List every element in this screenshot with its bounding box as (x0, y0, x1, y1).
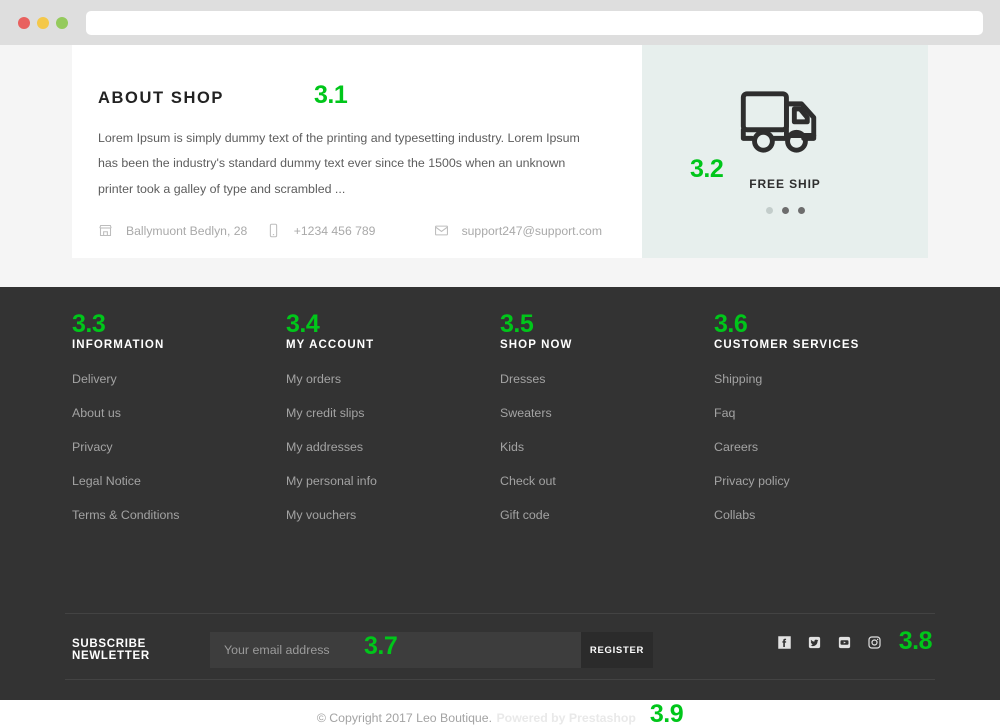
service-promo-panel: 3.2 FREE SHIP (642, 45, 928, 258)
copyright-line: © Copyright 2017 Leo Boutique. Powered b… (317, 709, 636, 727)
instagram-icon[interactable] (867, 635, 882, 650)
footer-divider-top (65, 613, 935, 614)
footer-link-sweaters[interactable]: Sweaters (500, 406, 714, 420)
delivery-truck-icon (739, 88, 831, 165)
annotation-marker-3-3: 3.3 (72, 310, 106, 338)
annotation-marker-3-8: 3.8 (898, 627, 933, 655)
contact-row: Ballymuont Bedlyn, 28 +1234 456 789 supp… (98, 222, 602, 239)
footer-column-information: 3.3 INFORMATION Delivery About us Privac… (72, 310, 286, 523)
youtube-icon[interactable] (837, 635, 852, 650)
page-title: ABOUT SHOP (98, 89, 225, 107)
carousel-dots[interactable] (765, 207, 805, 214)
site-footer: 3.3 INFORMATION Delivery About us Privac… (0, 287, 1000, 727)
footer-link-my-orders[interactable]: My orders (286, 372, 500, 386)
contact-address: Ballymuont Bedlyn, 28 (98, 222, 266, 239)
footer-column-shop-now: 3.5 SHOP NOW Dresses Sweaters Kids Check… (500, 310, 714, 523)
copyright-text: © Copyright 2017 Leo Boutique. (316, 711, 493, 725)
footer-link-about-us[interactable]: About us (72, 406, 286, 420)
footer-link-gift-code[interactable]: Gift code (500, 508, 714, 522)
twitter-icon[interactable] (807, 635, 822, 650)
about-description: Lorem Ipsum is simply dummy text of the … (98, 131, 580, 196)
footer-link-privacy[interactable]: Privacy (72, 440, 286, 454)
footer-link-collabs[interactable]: Collabs (714, 508, 928, 522)
footer-link-faq[interactable]: Faq (714, 406, 928, 420)
address-bar-input[interactable] (86, 11, 983, 35)
footer-link-dresses[interactable]: Dresses (500, 372, 714, 386)
footer-link-delivery[interactable]: Delivery (72, 372, 286, 386)
about-section: ABOUT SHOP 3.1 Lorem Ipsum is simply dum… (72, 45, 928, 258)
envelope-icon (434, 222, 449, 239)
browser-chrome (0, 0, 1000, 45)
mobile-phone-icon (266, 222, 281, 239)
contact-phone-text: +1234 456 789 (293, 223, 376, 238)
service-promo-label: FREE SHIP (749, 177, 821, 191)
minimize-window-icon[interactable] (37, 17, 49, 29)
newsletter-title: SUBSCRIBE NEWLETTER (72, 638, 150, 662)
annotation-marker-3-7: 3.7 (364, 632, 398, 660)
carousel-dot-3[interactable] (797, 207, 805, 214)
close-window-icon[interactable] (18, 17, 30, 29)
about-header: ABOUT SHOP 3.1 (98, 83, 602, 108)
footer-link-my-credit-slips[interactable]: My credit slips (286, 406, 500, 420)
window-controls (18, 17, 68, 29)
carousel-dot-2[interactable] (781, 207, 789, 214)
footer-link-check-out[interactable]: Check out (500, 474, 714, 488)
footer-column-title: CUSTOMER SERVICES (714, 339, 860, 351)
copyright-bar: © Copyright 2017 Leo Boutique. Powered b… (0, 702, 1000, 727)
footer-link-terms-conditions[interactable]: Terms & Conditions (72, 508, 286, 522)
contact-phone: +1234 456 789 (266, 222, 434, 239)
maximize-window-icon[interactable] (56, 17, 68, 29)
about-shop-card: ABOUT SHOP 3.1 Lorem Ipsum is simply dum… (72, 45, 642, 258)
annotation-marker-3-5: 3.5 (500, 310, 534, 338)
footer-column-title: SHOP NOW (500, 339, 573, 351)
shop-icon (98, 222, 113, 239)
footer-link-shipping[interactable]: Shipping (714, 372, 928, 386)
service-promo-content: FREE SHIP (642, 88, 928, 214)
footer-column-my-account: 3.4 MY ACCOUNT My orders My credit slips… (286, 310, 500, 523)
footer-link-my-addresses[interactable]: My addresses (286, 440, 500, 454)
annotation-marker-3-4: 3.4 (286, 310, 320, 338)
annotation-marker-3-6: 3.6 (714, 310, 748, 338)
contact-email-text: support247@support.com (461, 223, 602, 238)
footer-link-kids[interactable]: Kids (500, 440, 714, 454)
contact-email: support247@support.com (434, 222, 602, 239)
footer-link-my-personal-info[interactable]: My personal info (286, 474, 500, 488)
page-body: ABOUT SHOP 3.1 Lorem Ipsum is simply dum… (0, 45, 1000, 727)
footer-link-my-vouchers[interactable]: My vouchers (286, 508, 500, 522)
newsletter-form: 3.7 REGISTER (210, 632, 653, 668)
newsletter-register-button[interactable]: REGISTER (581, 632, 653, 668)
social-links (777, 635, 882, 650)
footer-link-privacy-policy[interactable]: Privacy policy (714, 474, 928, 488)
footer-link-legal-notice[interactable]: Legal Notice (72, 474, 286, 488)
powered-by-text: Powered by Prestashop (496, 711, 636, 725)
footer-link-columns: 3.3 INFORMATION Delivery About us Privac… (72, 310, 928, 523)
footer-link-careers[interactable]: Careers (714, 440, 928, 454)
footer-column-title: INFORMATION (72, 339, 165, 351)
carousel-dot-1[interactable] (765, 207, 773, 214)
footer-divider-bottom (65, 679, 935, 680)
annotation-marker-3-1: 3.1 (314, 81, 348, 109)
footer-column-customer-services: 3.6 CUSTOMER SERVICES Shipping Faq Caree… (714, 310, 928, 523)
contact-address-text: Ballymuont Bedlyn, 28 (126, 223, 248, 238)
facebook-icon[interactable] (777, 635, 792, 650)
annotation-marker-3-9: 3.9 (649, 700, 684, 728)
footer-column-title: MY ACCOUNT (286, 339, 375, 351)
